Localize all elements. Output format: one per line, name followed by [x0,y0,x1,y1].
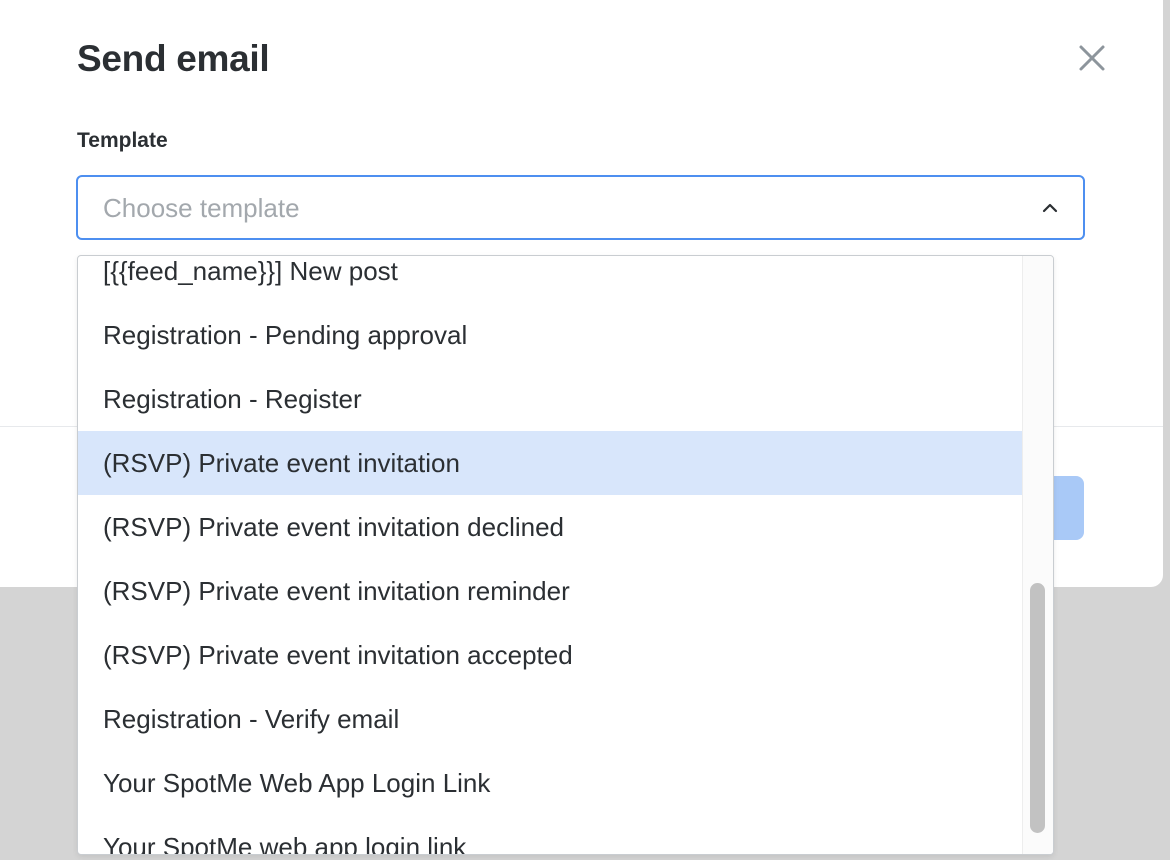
template-option[interactable]: (RSVP) Private event invitation accepted [78,623,1023,687]
template-option[interactable]: (RSVP) Private event invitation declined [78,495,1023,559]
dropdown-scrollbar[interactable] [1022,256,1053,854]
template-option[interactable]: [{{feed_name}}] New post [78,256,1023,303]
template-option[interactable]: Your SpotMe Web App Login Link [78,751,1023,815]
template-option[interactable]: Registration - Verify email [78,687,1023,751]
template-option[interactable]: (RSVP) Private event invitation reminder [78,559,1023,623]
template-option[interactable]: Registration - Pending approval [78,303,1023,367]
template-dropdown: [{{feed_name}}] New post Registration - … [77,255,1054,855]
template-label: Template [77,129,168,152]
close-icon [1079,45,1105,71]
modal-title: Send email [77,38,270,79]
template-select-placeholder: Choose template [103,193,300,223]
close-button[interactable] [1072,38,1112,78]
template-option[interactable]: Your SpotMe web app login link [78,815,1023,855]
chevron-up-icon [1042,203,1058,213]
template-option-highlighted[interactable]: (RSVP) Private event invitation [78,431,1023,495]
scrollbar-thumb[interactable] [1030,583,1045,833]
template-option[interactable]: Registration - Register [78,367,1023,431]
template-select[interactable]: Choose template [76,175,1085,240]
template-options-list: [{{feed_name}}] New post Registration - … [78,256,1023,855]
